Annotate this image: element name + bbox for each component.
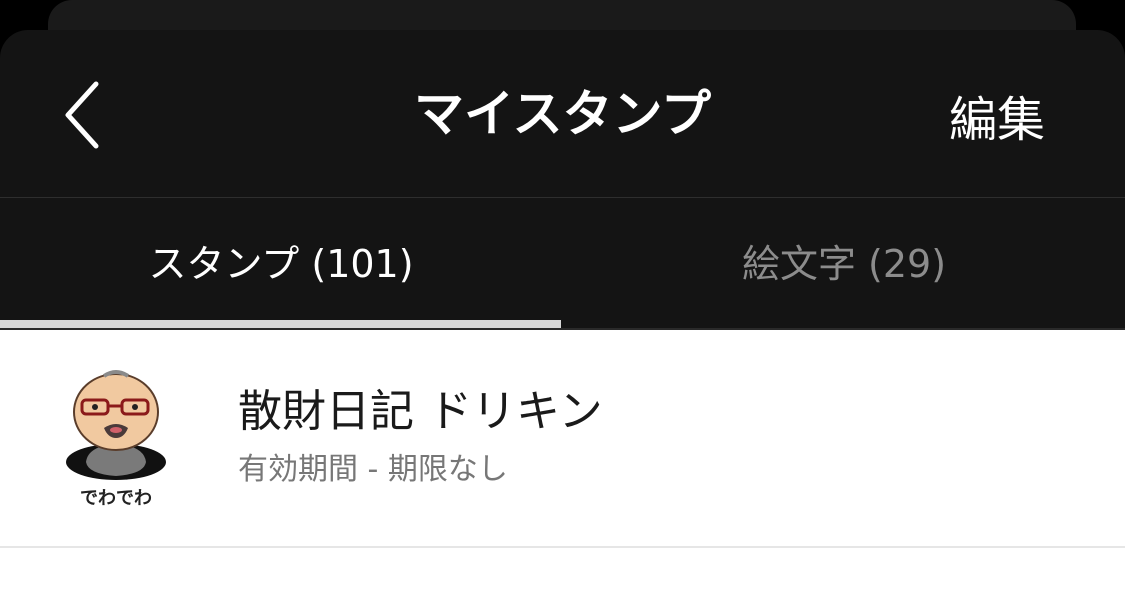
tab-bar: スタンプ (101) 絵文字 (29): [0, 198, 1125, 328]
list-item[interactable]: でわでわ 散財日記 ドリキン 有効期間 - 期限なし: [0, 330, 1125, 548]
header-bar: マイスタンプ 編集: [0, 30, 1125, 198]
sticker-title: 散財日記 ドリキン: [238, 386, 603, 437]
sticker-validity: 有効期間 - 期限なし: [238, 452, 508, 487]
back-button[interactable]: [56, 78, 112, 152]
sticker-list: でわでわ 散財日記 ドリキン 有効期間 - 期限なし: [0, 330, 1125, 598]
edit-button[interactable]: 編集: [949, 88, 1045, 152]
my-stickers-sheet: マイスタンプ 編集 スタンプ (101) 絵文字 (29) でわでわ 散財日記 …: [0, 30, 1125, 598]
active-tab-indicator: [0, 320, 561, 328]
sticker-thumbnail-partial: [100, 578, 190, 598]
sticker-caption: でわでわ: [80, 488, 152, 509]
chevron-left-icon: [65, 81, 99, 149]
tab-stickers[interactable]: スタンプ (101): [0, 198, 562, 328]
tab-emoji[interactable]: 絵文字 (29): [563, 198, 1125, 328]
sticker-thumbnail: でわでわ: [58, 366, 178, 516]
